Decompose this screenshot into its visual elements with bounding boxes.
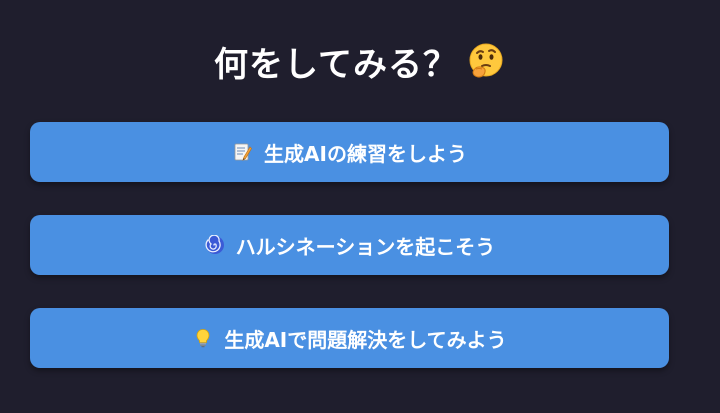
cause-hallucination-button[interactable]: ハルシネーションを起こそう [30, 215, 669, 275]
practice-genai-button[interactable]: 生成AIの練習をしよう [30, 122, 669, 182]
page-title-text: 何をしてみる？ [214, 44, 458, 85]
cyclone-icon [204, 234, 226, 256]
solve-problem-genai-label: 生成AIで問題解決をしてみよう [224, 327, 507, 352]
page-title: 何をしてみる？ [0, 38, 720, 85]
thinking-face-icon [466, 41, 506, 81]
light-bulb-icon [192, 327, 214, 349]
solve-problem-genai-button[interactable]: 生成AIで問題解決をしてみよう [30, 308, 669, 368]
memo-icon [232, 141, 254, 163]
cause-hallucination-label: ハルシネーションを起こそう [235, 234, 496, 259]
practice-genai-label: 生成AIの練習をしよう [264, 141, 467, 166]
